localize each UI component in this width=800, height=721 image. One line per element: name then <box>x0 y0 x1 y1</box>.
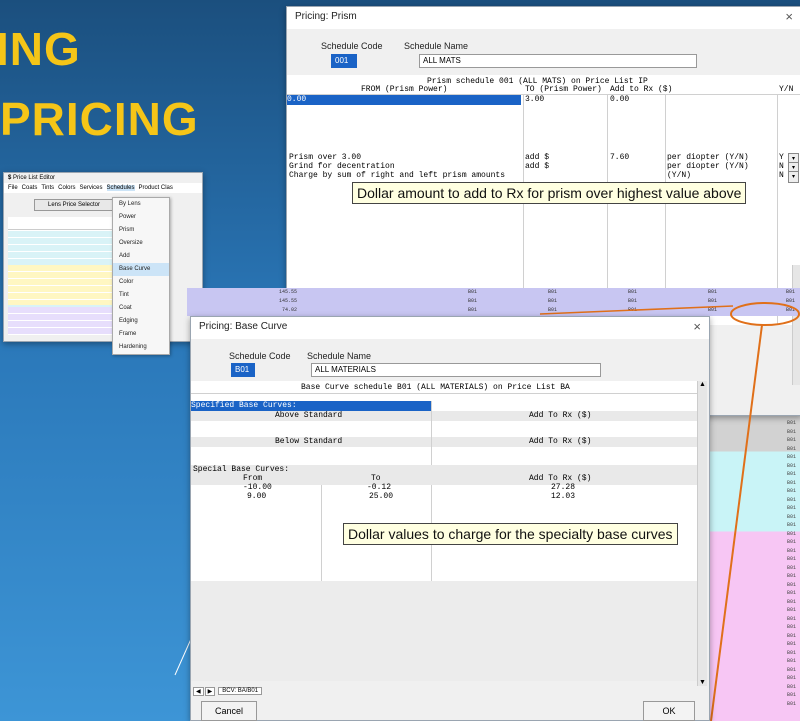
schedule-code-field[interactable]: B01 <box>231 363 255 377</box>
cancel-button[interactable]: Cancel <box>201 701 257 721</box>
tab-prev-icon[interactable]: ◀ <box>193 686 204 696</box>
schedule-name-field[interactable]: ALL MATS <box>419 54 697 68</box>
ok-button[interactable]: OK <box>643 701 695 721</box>
slide-title-line2: PRICING <box>0 93 199 145</box>
special-row-2-add[interactable]: 12.03 <box>551 492 575 501</box>
prism-titlebar: Pricing: Prism × <box>287 7 800 29</box>
close-icon[interactable]: × <box>785 9 793 24</box>
menu-item-base-curve[interactable]: Base Curve <box>113 263 169 276</box>
charge-label: Charge by sum of right and left prism am… <box>289 171 506 180</box>
below-standard-label: Below Standard <box>275 437 343 446</box>
schedule-name-label: Schedule Name <box>307 351 372 361</box>
menu-item-prism[interactable]: Prism <box>113 224 169 237</box>
menu-product-class[interactable]: Product Clas <box>139 185 173 191</box>
schedule-name-label: Schedule Name <box>404 41 469 51</box>
row1-from[interactable]: 0.00 <box>287 95 521 105</box>
col-yn-header: Y/N <box>779 85 794 94</box>
slide-title-line1: ING <box>0 23 81 75</box>
editor-grid <box>8 217 116 335</box>
menu-item-hardening[interactable]: Hardening <box>113 341 169 354</box>
grind-per: per diopter (Y/N) <box>667 162 749 171</box>
menu-services[interactable]: Services <box>79 185 102 191</box>
menu-item-oversize[interactable]: Oversize <box>113 237 169 250</box>
price-list-editor-window: $ Price List Editor File Coats Tints Col… <box>3 172 203 355</box>
menu-item-color[interactable]: Color <box>113 276 169 289</box>
grind-label: Grind for decentration <box>289 162 395 171</box>
base-curve-window-title: Pricing: Base Curve <box>199 321 288 332</box>
below-add-label: Add To Rx ($) <box>529 437 592 446</box>
above-add-label: Add To Rx ($) <box>529 411 592 420</box>
lens-price-selector-button[interactable]: Lens Price Selector <box>34 199 114 211</box>
scroll-down-icon[interactable]: ▼ <box>698 679 707 686</box>
prism-over-per: per diopter (Y/N) <box>667 153 749 162</box>
special-row-1-add[interactable]: 27.28 <box>551 483 575 492</box>
base-curve-table-heading: Base Curve schedule B01 (ALL MATERIALS) … <box>301 383 570 392</box>
menu-item-edging[interactable]: Edging <box>113 315 169 328</box>
above-standard-label: Above Standard <box>275 411 343 420</box>
base-curve-window: Pricing: Base Curve × Schedule Code Sche… <box>190 316 710 721</box>
col-from-header: From <box>243 474 263 483</box>
schedule-code-label: Schedule Code <box>321 41 383 51</box>
schedule-code-field[interactable]: 001 <box>331 54 357 68</box>
schedule-name-field[interactable]: ALL MATERIALS <box>311 363 601 377</box>
menu-item-coat[interactable]: Coat <box>113 302 169 315</box>
charge-per: (Y/N) <box>667 171 692 180</box>
scroll-up-icon[interactable]: ▲ <box>698 381 707 388</box>
tab-bcv[interactable]: BCV: BA/B01 <box>218 687 263 695</box>
menu-item-frame[interactable]: Frame <box>113 328 169 341</box>
menu-colors[interactable]: Colors <box>58 185 75 191</box>
col-to-header: TO (Prism Power) <box>525 85 602 94</box>
tab-next-icon[interactable]: ▶ <box>204 686 216 696</box>
grind-add: add $ <box>525 162 550 171</box>
menu-tints[interactable]: Tints <box>41 185 54 191</box>
menu-item-add[interactable]: Add <box>113 250 169 263</box>
menu-item-power[interactable]: Power <box>113 211 169 224</box>
dollar-icon: $ <box>8 175 12 181</box>
col-to-header: To <box>371 474 381 483</box>
base-curve-scrollbar[interactable]: ▲ ▼ <box>697 381 707 686</box>
special-row-2-from[interactable]: 9.00 <box>247 492 266 501</box>
col-add-header: Add To Rx ($) <box>529 474 592 483</box>
row1-add[interactable]: 0.00 <box>610 95 629 104</box>
prism-over-add: add $ <box>525 153 550 162</box>
close-icon[interactable]: × <box>693 319 701 334</box>
col-add-header: Add to Rx ($) <box>610 85 673 94</box>
editor-menubar: File Coats Tints Colors Services Schedul… <box>4 183 202 193</box>
specified-base-curves-label: Specified Base Curves: <box>191 401 431 411</box>
price-list-rows: 145.55 B01 B01 B01 B01 B01 145.55 B01 B01 B01 B01… <box>187 288 800 316</box>
schedules-dropdown-menu: By Lens Power Prism Oversize Add Base Cu… <box>112 197 170 355</box>
menu-coats[interactable]: Coats <box>22 185 38 191</box>
special-base-curves-label: Special Base Curves: <box>193 465 290 474</box>
prism-over-value[interactable]: 7.60 <box>610 153 629 162</box>
prism-window-title: Pricing: Prism <box>295 11 357 22</box>
base-curve-titlebar: Pricing: Base Curve × <box>191 317 709 339</box>
col-from-header: FROM (Prism Power) <box>361 85 448 94</box>
prism-over-label: Prism over 3.00 <box>289 153 362 162</box>
prism-scrollbar[interactable] <box>792 265 800 385</box>
menu-item-tint[interactable]: Tint <box>113 289 169 302</box>
charge-yn-select[interactable]: N ▾ <box>779 171 799 183</box>
special-row-1-to[interactable]: -0.12 <box>367 483 391 492</box>
special-row-2-to[interactable]: 25.00 <box>369 492 393 501</box>
editor-title: $ Price List Editor <box>8 175 56 181</box>
tab-bar: ◀ ▶ BCV: BA/B01 <box>193 685 263 697</box>
special-row-1-from[interactable]: -10.00 <box>243 483 272 492</box>
schedule-code-label: Schedule Code <box>229 351 291 361</box>
base-curve-callout: Dollar values to charge for the specialt… <box>343 523 678 545</box>
row1-to[interactable]: 3.00 <box>525 95 544 104</box>
menu-schedules[interactable]: Schedules <box>106 185 135 191</box>
menu-file[interactable]: File <box>8 185 18 191</box>
chevron-down-icon[interactable]: ▾ <box>788 171 799 183</box>
prism-callout: Dollar amount to add to Rx for prism ove… <box>352 182 747 204</box>
menu-item-by-lens[interactable]: By Lens <box>113 198 169 211</box>
